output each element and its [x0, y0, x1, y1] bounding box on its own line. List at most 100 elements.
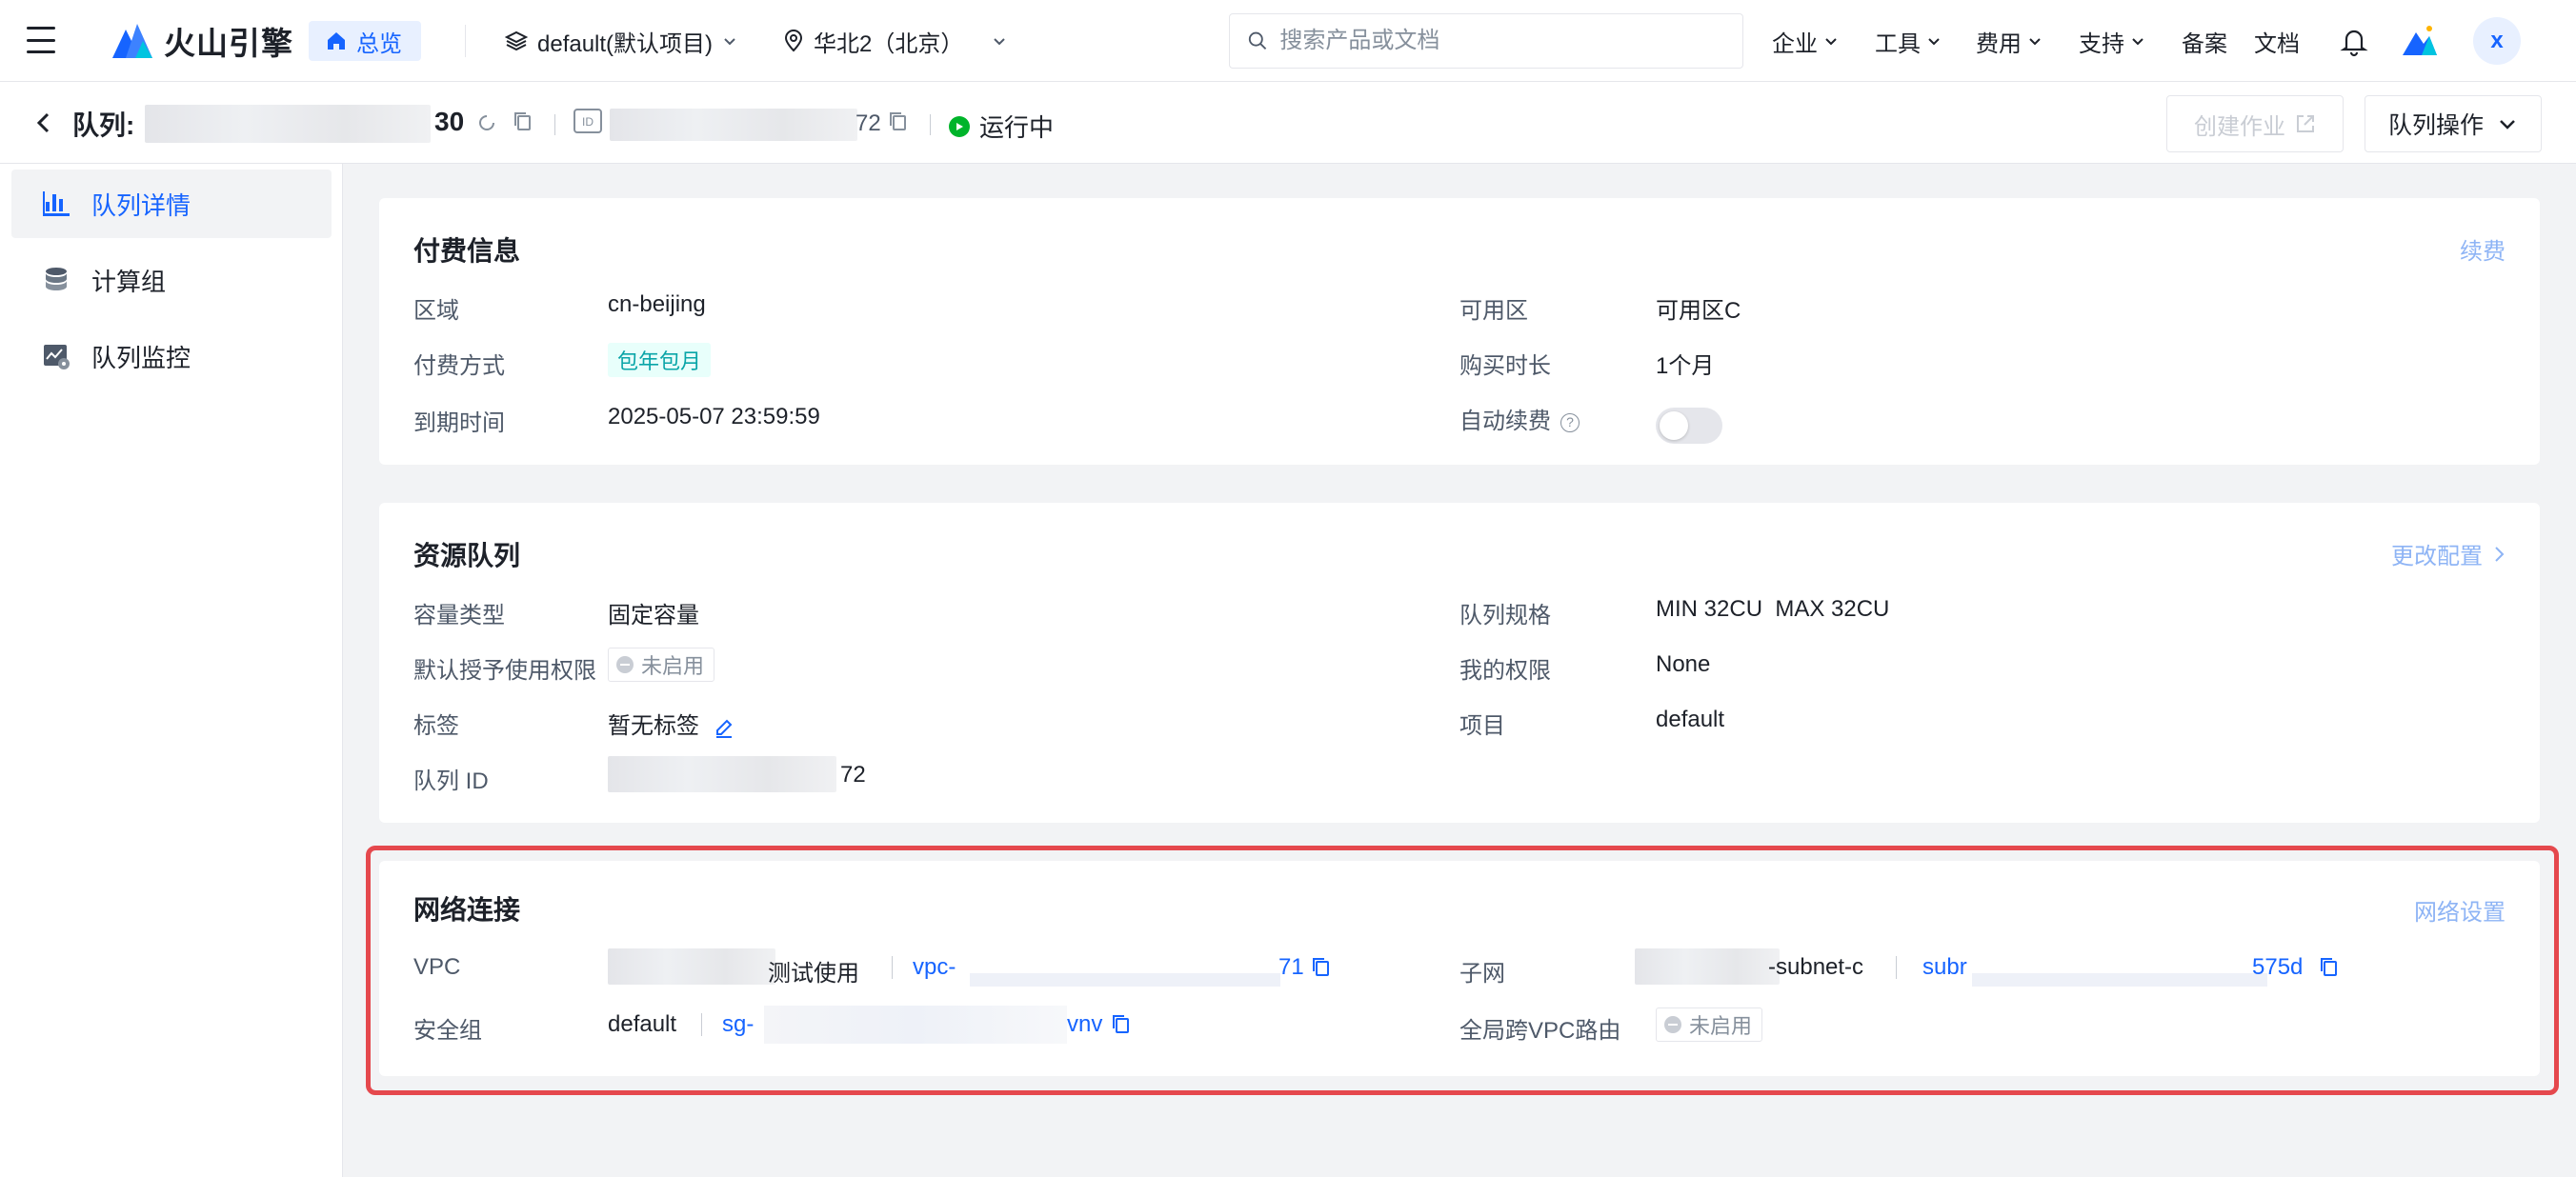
chevron-down-icon — [1928, 38, 1940, 46]
divider — [554, 114, 555, 135]
chevron-right-icon — [2495, 546, 2505, 562]
capacity-type-value: 固定容量 — [608, 603, 699, 628]
disabled-icon — [616, 656, 634, 673]
chevron-down-icon — [724, 38, 735, 46]
volcano-logo-icon — [112, 24, 152, 58]
mountain-icon[interactable] — [2401, 21, 2439, 59]
search-box — [1229, 13, 1743, 69]
change-config-label: 更改配置 — [2391, 544, 2483, 569]
queue-id-suffix: 72 — [840, 762, 866, 788]
auto-renew-toggle[interactable] — [1656, 408, 1722, 444]
create-job-label: 创建作业 — [2194, 113, 2285, 140]
nav-divider — [465, 25, 466, 57]
queue-operations-button[interactable]: 队列操作 — [2365, 95, 2542, 152]
menu-filing[interactable]: 备案 — [2182, 21, 2227, 61]
location-pin-icon — [784, 30, 803, 52]
menu-support[interactable]: 支持 — [2079, 21, 2145, 61]
menu-tools-label: 工具 — [1875, 30, 1921, 57]
queue-ops-label: 队列操作 — [2387, 112, 2484, 139]
menu-billing[interactable]: 费用 — [1976, 21, 2043, 61]
monitor-icon — [44, 345, 70, 369]
chart-icon — [43, 191, 70, 216]
loading-icon — [479, 115, 494, 130]
queue-id-suffix: 72 — [855, 110, 881, 136]
default-grant-label: 默认授予使用权限 — [413, 658, 596, 684]
search-input[interactable] — [1279, 28, 1725, 54]
help-icon[interactable]: ? — [1560, 412, 1580, 432]
tags-value: 暂无标签 — [608, 707, 735, 740]
menu-tools[interactable]: 工具 — [1875, 21, 1942, 61]
menu-enterprise-label: 企业 — [1772, 30, 1818, 57]
renew-link[interactable]: 续费 — [2460, 232, 2506, 266]
menu-filing-label: 备案 — [2182, 30, 2227, 57]
auto-renew-label: 自动续费 — [1459, 409, 1551, 434]
chevron-down-icon — [2029, 38, 2041, 46]
payment-method-label: 付费方式 — [413, 353, 505, 379]
chevron-down-icon — [994, 38, 1006, 46]
chevron-down-icon — [1825, 38, 1837, 46]
region-select[interactable]: 华北2（北京） — [783, 21, 1007, 61]
external-link-icon — [2297, 115, 2314, 132]
default-grant-tag: 未启用 — [608, 648, 715, 682]
status-label: 运行中 — [979, 113, 1055, 142]
top-navigation-bar: 火山引擎 总览 default(默认项目) 华北2（北京） 企业 工具 费用 支… — [0, 0, 2576, 82]
my-permission-label: 我的权限 — [1459, 658, 1551, 684]
region-value: cn-beijing — [608, 291, 706, 317]
id-badge-label: ID — [582, 115, 594, 129]
avatar[interactable]: x — [2473, 17, 2521, 65]
billing-title: 付费信息 — [413, 236, 521, 266]
zone-value: 可用区C — [1656, 298, 1741, 324]
copy-icon[interactable] — [513, 110, 532, 131]
divider — [930, 114, 931, 135]
redacted-queue-id — [608, 756, 836, 792]
sidebar-item-label: 计算组 — [91, 267, 167, 296]
redacted-queue-name — [145, 105, 431, 143]
sidebar-item-queue-details[interactable]: 队列详情 — [11, 170, 332, 238]
menu-docs[interactable]: 文档 — [2254, 21, 2300, 61]
logo-text: 火山引擎 — [164, 26, 293, 61]
sidebar-item-queue-monitoring[interactable]: 队列监控 — [11, 322, 332, 390]
billing-card: 付费信息 续费 区域 cn-beijing 付费方式 包年包月 到期时间 202… — [379, 198, 2540, 465]
region-label: 华北2（北京） — [814, 30, 964, 57]
copy-icon[interactable] — [888, 110, 907, 131]
search-icon — [1248, 31, 1267, 50]
menu-docs-label: 文档 — [2254, 30, 2300, 57]
payment-method-tag: 包年包月 — [608, 343, 712, 377]
zone-label: 可用区 — [1459, 298, 1528, 324]
region-label: 区域 — [413, 298, 459, 324]
running-icon — [949, 115, 970, 137]
queue-spec-label: 队列规格 — [1459, 603, 1551, 628]
edit-icon[interactable] — [714, 717, 735, 738]
bell-icon[interactable] — [2338, 25, 2370, 57]
tags-value-text: 暂无标签 — [608, 713, 699, 739]
capacity-type-label: 容量类型 — [413, 603, 505, 628]
home-icon — [328, 32, 345, 50]
change-config-link[interactable]: 更改配置 — [2391, 537, 2506, 570]
menu-billing-label: 费用 — [1976, 30, 2022, 57]
expire-value: 2025-05-07 23:59:59 — [608, 404, 820, 429]
menu-enterprise[interactable]: 企业 — [1772, 21, 1839, 61]
overview-button[interactable]: 总览 — [309, 21, 421, 61]
queue-spec-value: MIN 32CU MAX 32CU — [1656, 596, 1890, 622]
project-label: 项目 — [1459, 713, 1505, 739]
id-badge-icon: ID — [574, 109, 602, 133]
create-job-button[interactable]: 创建作业 — [2166, 95, 2344, 152]
resource-title: 资源队列 — [413, 541, 521, 570]
logo[interactable]: 火山引擎 — [111, 21, 293, 61]
overview-label: 总览 — [356, 30, 402, 57]
duration-value: 1个月 — [1656, 353, 1715, 379]
menu-icon[interactable] — [27, 27, 55, 53]
project-select[interactable]: default(默认项目) — [505, 21, 737, 61]
sidebar-item-compute-groups[interactable]: 计算组 — [11, 246, 332, 314]
layers-icon — [505, 30, 528, 51]
back-arrow-icon[interactable] — [29, 107, 57, 139]
auto-renew-field: 自动续费? — [1459, 402, 1580, 435]
queue-id-label: 队列 ID — [413, 768, 489, 794]
status-badge: 运行中 — [949, 109, 1054, 144]
redacted-queue-id — [610, 109, 857, 141]
menu-support-label: 支持 — [2079, 30, 2124, 57]
queue-header: 队列: 30 ID 72 运行中 创建作业 队列操作 — [0, 82, 2576, 164]
resource-queue-card: 资源队列 更改配置 容量类型 固定容量 默认授予使用权限 未启用 标签 暂无标签… — [379, 503, 2540, 823]
sidebar-item-label: 队列详情 — [91, 190, 191, 220]
project-label: default(默认项目) — [537, 30, 714, 57]
